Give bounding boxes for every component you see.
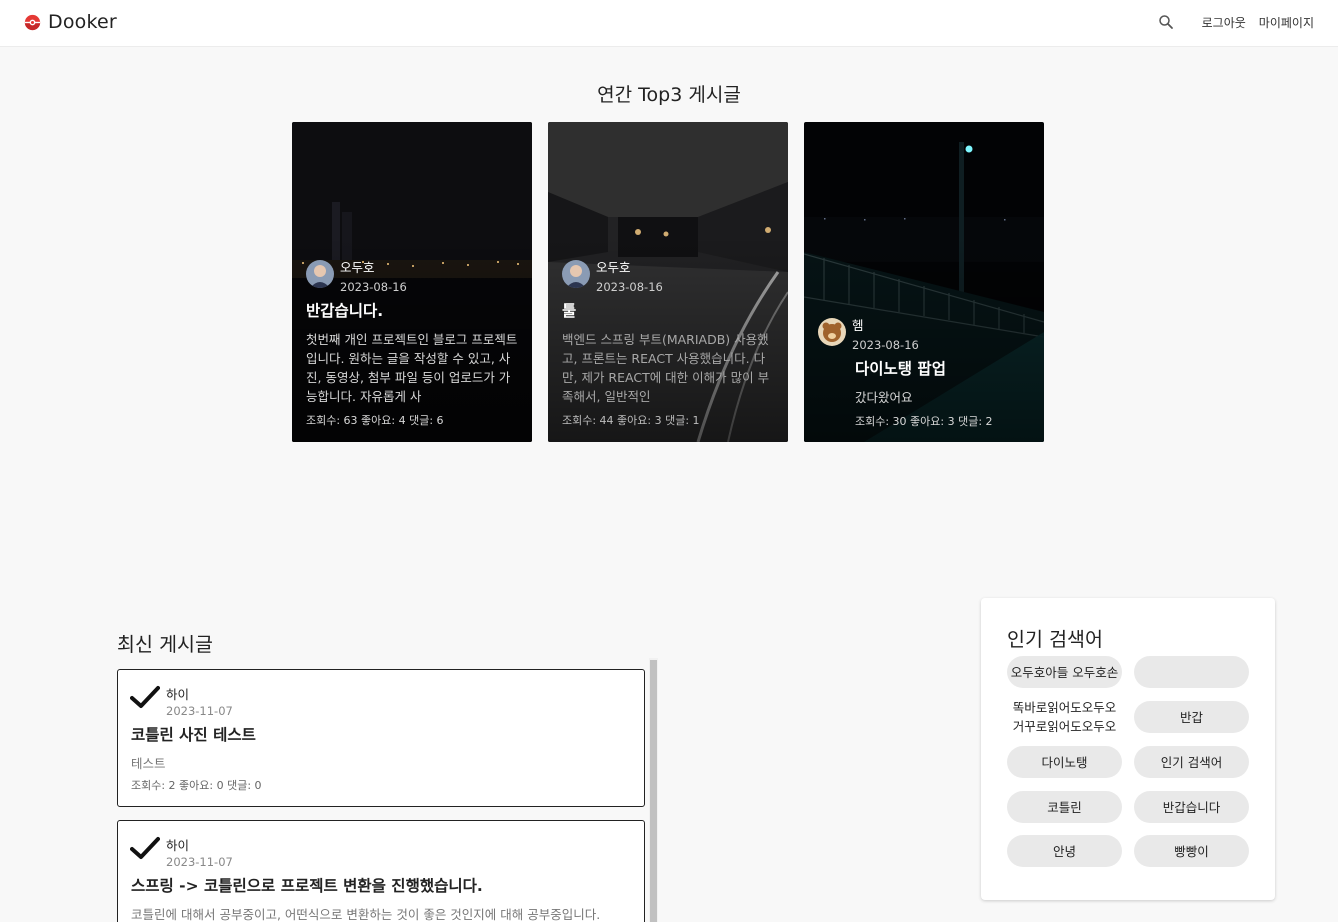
keyword-chip[interactable]: 빵빵이: [1134, 835, 1249, 867]
card-content: 오두호 2023-08-16 툴 백엔드 스프링 부트(MARIADB) 사용했…: [562, 260, 774, 428]
post-title: 코틀린 사진 테스트: [131, 726, 256, 744]
card-description: 첫번째 개인 프로젝트인 블로그 프로젝트입니다. 원하는 글을 작성할 수 있…: [306, 332, 518, 404]
keyword-chip[interactable]: 코틀린: [1007, 791, 1122, 823]
card-title: 툴: [562, 302, 577, 320]
post-date: 2023-08-16: [852, 338, 919, 352]
top3-section-title: 연간 Top3 게시글: [597, 84, 741, 106]
post-title: 스프링 -> 코틀린으로 프로젝트 변환을 진행했습니다.: [131, 877, 483, 895]
keyword-chip[interactable]: 똑바로읽어도오두오 거꾸로읽어도오두오: [1007, 700, 1122, 734]
latest-post-list[interactable]: 하이 2023-11-07 코틀린 사진 테스트 테스트 조회수: 2 좋아요:…: [117, 658, 659, 922]
keyword-chip[interactable]: 오두호아들 오두호손: [1007, 656, 1122, 688]
check-icon: [130, 837, 160, 859]
search-icon[interactable]: [1157, 13, 1175, 31]
author-row: 헴 2023-08-16: [818, 318, 1030, 354]
author-row: 오두호 2023-08-16: [306, 260, 518, 296]
pokeball-icon: [24, 14, 41, 30]
post-date: 2023-11-07: [166, 704, 233, 718]
post-date: 2023-11-07: [166, 855, 233, 869]
author-meta: 오두호 2023-08-16: [596, 260, 663, 296]
mypage-link[interactable]: 마이페이지: [1259, 14, 1314, 31]
top3-card[interactable]: 오두호 2023-08-16 툴 백엔드 스프링 부트(MARIADB) 사용했…: [548, 122, 788, 442]
logout-link[interactable]: 로그아웃: [1202, 14, 1246, 31]
avatar[interactable]: [306, 260, 334, 288]
top3-card[interactable]: 헴 2023-08-16 다이노탱 팝업 갔다왔어요 조회수: 30 좋아요: …: [804, 122, 1044, 442]
header-actions: 로그아웃 마이페이지: [1157, 13, 1314, 31]
post-date: 2023-08-16: [596, 280, 663, 294]
post-author: 하이: [166, 838, 190, 853]
latest-section-title: 최신 게시글: [117, 633, 213, 656]
keyword-chip[interactable]: 반갑습니다: [1134, 791, 1249, 823]
author-meta: 오두호 2023-08-16: [340, 260, 407, 296]
post-description: 코틀린에 대해서 공부중이고, 어떤식으로 변환하는 것이 좋은 것인지에 대해…: [131, 907, 601, 922]
post-item[interactable]: 하이 2023-11-07 스프링 -> 코틀린으로 프로젝트 변환을 진행했습…: [117, 820, 645, 922]
post-stats: 조회수: 2 좋아요: 0 댓글: 0: [131, 779, 262, 792]
author-name: 오두호: [596, 260, 631, 275]
card-title: 다이노탱 팝업: [855, 360, 946, 378]
author-name: 오두호: [340, 260, 375, 275]
scrollbar-thumb[interactable]: [650, 660, 657, 922]
brand[interactable]: Dooker: [24, 11, 117, 33]
card-description: 백엔드 스프링 부트(MARIADB) 사용했고, 프론트는 REACT 사용했…: [562, 332, 770, 404]
card-content: 헴 2023-08-16 다이노탱 팝업 갔다왔어요 조회수: 30 좋아요: …: [818, 318, 1030, 429]
brand-name: Dooker: [48, 11, 117, 33]
avatar[interactable]: [818, 318, 846, 346]
card-title: 반갑습니다.: [306, 302, 384, 320]
top3-card[interactable]: 오두호 2023-08-16 반갑습니다. 첫번째 개인 프로젝트인 블로그 프…: [292, 122, 532, 442]
post-description: 테스트: [131, 756, 166, 771]
top-app-bar: Dooker 로그아웃 마이페이지: [0, 0, 1338, 47]
popular-keywords-title: 인기 검색어: [1007, 628, 1103, 651]
keyword-chip[interactable]: 반갑: [1134, 701, 1249, 733]
card-content: 오두호 2023-08-16 반갑습니다. 첫번째 개인 프로젝트인 블로그 프…: [306, 260, 518, 428]
card-description: 갔다왔어요: [855, 390, 913, 405]
keyword-chip[interactable]: [1134, 656, 1249, 688]
check-icon: [130, 686, 160, 708]
card-stats: 조회수: 30 좋아요: 3 댓글: 2: [855, 415, 993, 428]
keyword-chip[interactable]: 안녕: [1007, 835, 1122, 867]
card-stats: 조회수: 63 좋아요: 4 댓글: 6: [306, 414, 444, 427]
author-row: 오두호 2023-08-16: [562, 260, 774, 296]
popular-keywords-panel: 인기 검색어 오두호아들 오두호손 똑바로읽어도오두오 거꾸로읽어도오두오 반갑…: [981, 598, 1275, 900]
avatar[interactable]: [562, 260, 590, 288]
keyword-chip[interactable]: 다이노탱: [1007, 746, 1122, 778]
keyword-chip[interactable]: 인기 검색어: [1134, 746, 1249, 778]
post-date: 2023-08-16: [340, 280, 407, 294]
card-stats: 조회수: 44 좋아요: 3 댓글: 1: [562, 414, 700, 427]
author-name: 헴: [852, 318, 864, 333]
post-author: 하이: [166, 687, 190, 702]
author-meta: 헴 2023-08-16: [852, 318, 919, 354]
post-item[interactable]: 하이 2023-11-07 코틀린 사진 테스트 테스트 조회수: 2 좋아요:…: [117, 669, 645, 807]
